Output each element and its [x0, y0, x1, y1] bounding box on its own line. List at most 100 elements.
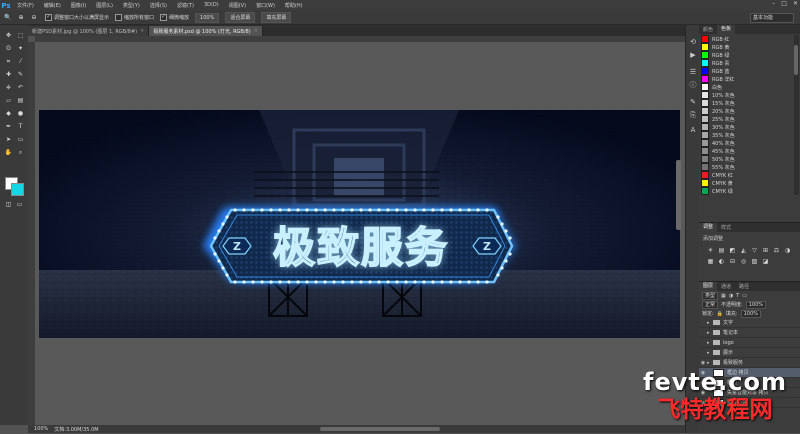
menu-item[interactable]: 滤镜(T) [172, 2, 199, 9]
adjustment-icon[interactable]: ◪ [761, 257, 770, 266]
vertical-scrollbar[interactable] [676, 160, 681, 230]
tab-styles[interactable]: 样式 [717, 224, 735, 231]
screen-mode-icon[interactable]: ▭ [14, 200, 25, 209]
lasso-icon[interactable]: ʘ [3, 44, 14, 53]
menu-item[interactable]: 窗口(W) [251, 2, 280, 9]
adjustment-icon[interactable]: ☀ [706, 246, 715, 255]
opacity-input[interactable]: 100% [745, 300, 766, 309]
swatch-item[interactable]: 35% 灰色 [699, 131, 794, 139]
fill-screen-button[interactable]: 填充屏幕 [261, 12, 292, 23]
marquee-icon[interactable]: ⬚ [15, 31, 26, 40]
adjustment-icon[interactable]: ▧ [750, 257, 759, 266]
tab-layers[interactable]: 图层 [699, 282, 718, 291]
menu-item[interactable]: 类型(Y) [118, 2, 145, 9]
swatch-item[interactable]: RGB 蓝 [699, 67, 794, 75]
gradient-icon[interactable]: ▤ [15, 96, 26, 105]
swatch-item[interactable]: 55% 灰色 [699, 163, 794, 171]
swatch-item[interactable]: 50% 灰色 [699, 155, 794, 163]
move-icon[interactable]: ✥ [3, 31, 14, 40]
swatch-scrollbar[interactable] [794, 35, 799, 195]
layer-kind-select[interactable]: 类型 [702, 291, 719, 300]
swatch-item[interactable]: 白色 [699, 83, 794, 91]
zoom-100-button[interactable]: 100% [195, 12, 220, 23]
resize-windows-checkbox[interactable]: ✓ 调整窗口大小以满屏显示 [45, 14, 109, 21]
zoom-in-icon[interactable]: ⊕ [16, 13, 26, 22]
brush-icon[interactable]: ✎ [15, 70, 26, 79]
adjustment-icon[interactable]: ◎ [739, 257, 748, 266]
swatch-item[interactable]: 25% 灰色 [699, 115, 794, 123]
swatch-item[interactable]: CMYK 黄 [699, 179, 794, 187]
menu-item[interactable]: 编辑(E) [39, 2, 66, 9]
menu-item[interactable]: 视图(V) [224, 2, 251, 9]
path-select-icon[interactable]: ➤ [3, 135, 14, 144]
history-icon[interactable]: ⟲ [688, 37, 698, 47]
swatch-item[interactable]: CMYK 绿 [699, 187, 794, 195]
brush-panel-icon[interactable]: ✎ [688, 97, 698, 107]
tab-color[interactable]: 颜色 [699, 26, 717, 33]
swatch-item[interactable]: 20% 灰色 [699, 107, 794, 115]
adjustment-icon[interactable]: ▦ [706, 257, 715, 266]
hand-icon[interactable]: ✋ [3, 148, 14, 157]
swatch-item[interactable]: 15% 灰色 [699, 99, 794, 107]
crop-icon[interactable]: ⌗ [3, 57, 14, 66]
filter-pixel-icon[interactable]: ▦ [721, 293, 726, 299]
layer-row[interactable]: ▸ 笔记本 [699, 328, 800, 338]
minimize-button[interactable]: – [772, 0, 775, 7]
blur-icon[interactable]: ◆ [3, 109, 14, 118]
filter-adjust-icon[interactable]: ◑ [729, 293, 733, 299]
tab-swatches[interactable]: 色板 [717, 25, 736, 34]
horizontal-scrollbar[interactable] [320, 427, 440, 431]
adjustment-icon[interactable]: ◐ [717, 257, 726, 266]
fill-input[interactable]: 100% [740, 309, 761, 318]
quick-select-icon[interactable]: ✦ [15, 44, 26, 53]
tab-channels[interactable]: 通道 [717, 283, 735, 290]
menu-item[interactable]: 图像(I) [66, 2, 91, 9]
close-icon[interactable]: × [254, 28, 258, 34]
adjustment-icon[interactable]: ◑ [783, 246, 792, 255]
zoom-out-icon[interactable]: ⊖ [29, 13, 39, 22]
swatch-item[interactable]: 45% 灰色 [699, 147, 794, 155]
close-icon[interactable]: × [140, 28, 144, 34]
dodge-icon[interactable]: ● [15, 109, 26, 118]
menu-item[interactable]: 图层(L) [91, 2, 118, 9]
zoom-tool-icon[interactable]: 🔍 [3, 13, 13, 22]
zoom-all-windows-checkbox[interactable]: 缩放所有窗口 [115, 14, 154, 21]
background-color-swatch[interactable] [11, 183, 24, 196]
quick-mask-icon[interactable]: ◫ [3, 200, 14, 209]
eraser-icon[interactable]: ▱ [3, 96, 14, 105]
adjustment-icon[interactable]: ▤ [717, 246, 726, 255]
lock-icon[interactable]: 🔒 [717, 311, 723, 317]
zoom-level[interactable]: 100% [34, 426, 48, 432]
adjustment-icon[interactable]: ◭ [739, 246, 748, 255]
layer-row[interactable]: ▸ 展示 [699, 348, 800, 358]
adjustment-icon[interactable]: ⊞ [761, 246, 770, 255]
document-canvas[interactable]: Z Z 极致服务 极致服务 [39, 110, 680, 338]
properties-icon[interactable]: ☰ [688, 67, 698, 77]
healing-icon[interactable]: ✚ [3, 70, 14, 79]
swatch-item[interactable]: RGB 青 [699, 59, 794, 67]
clone-source-icon[interactable]: ⎘ [688, 110, 698, 120]
filter-type-icon[interactable]: T [736, 293, 739, 299]
adjustment-icon[interactable]: ◩ [728, 246, 737, 255]
swatch-item[interactable]: RGB 黄 [699, 43, 794, 51]
pen-icon[interactable]: ✒ [3, 122, 14, 131]
menu-item[interactable]: 3D(D) [199, 2, 224, 9]
blend-mode-select[interactable]: 正常 [702, 300, 719, 309]
swatch-item[interactable]: CMYK 红 [699, 171, 794, 179]
swatch-item[interactable]: 40% 灰色 [699, 139, 794, 147]
scrubby-zoom-checkbox[interactable]: ✓ 细微缩放 [160, 14, 189, 21]
doc-tab-2[interactable]: 极致服务素材.psd @ 100% (灯光, RGB/8) × [149, 26, 263, 36]
adjustment-icon[interactable]: ▽ [750, 246, 759, 255]
menu-item[interactable]: 选择(S) [145, 2, 172, 9]
zoom-icon[interactable]: ⌕ [15, 148, 26, 157]
clone-icon[interactable]: ⎈ [3, 83, 14, 92]
info-icon[interactable]: ⓘ [688, 80, 698, 90]
maximize-button[interactable]: □ [781, 0, 787, 7]
character-icon[interactable]: A [688, 125, 698, 135]
visibility-eye-icon[interactable]: ◉ [699, 360, 707, 366]
eyedropper-icon[interactable]: ⁄ [15, 57, 26, 66]
tab-paths[interactable]: 路径 [735, 283, 753, 290]
swatch-item[interactable]: RGB 红 [699, 35, 794, 43]
history-brush-icon[interactable]: ↶ [15, 83, 26, 92]
actions-icon[interactable]: ▶ [688, 50, 698, 60]
